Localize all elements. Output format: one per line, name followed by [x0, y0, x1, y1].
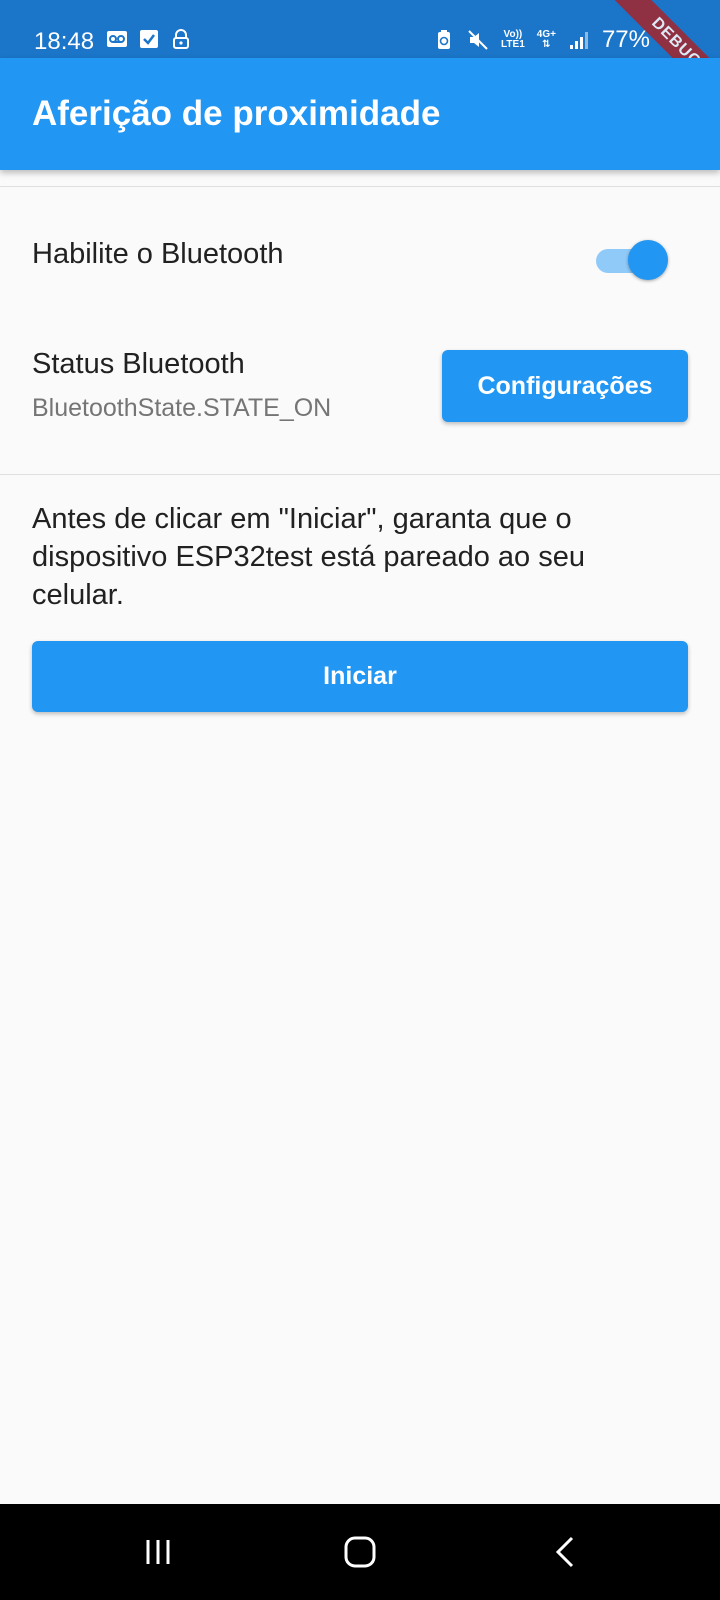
bluetooth-status-value: BluetoothState.STATE_ON: [32, 394, 332, 422]
lte-label: LTE1: [501, 39, 525, 50]
volte-icon: Vo)) LTE1: [501, 30, 525, 50]
start-button[interactable]: Iniciar: [32, 641, 688, 712]
bluetooth-switch[interactable]: [596, 238, 668, 282]
status-time: 18:48: [34, 28, 95, 55]
voicemail-icon: [107, 31, 127, 47]
bluetooth-status-label: Status Bluetooth: [32, 348, 245, 380]
recent-apps-icon[interactable]: [140, 1534, 176, 1570]
instruction-text: Antes de clicar em "Iniciar", garanta qu…: [32, 503, 585, 611]
status-bar: 18:48 Vo)) LTE1 4G+ ⇅ 77%: [0, 0, 720, 58]
mute-icon: [468, 30, 488, 50]
lock-icon: [173, 29, 189, 49]
data-arrows: ⇅: [542, 39, 551, 50]
signal-icon: [569, 32, 588, 49]
checkbox-icon: [140, 30, 158, 48]
app-bar: Aferição de proximidade: [0, 58, 720, 170]
4g-icon: 4G+ ⇅: [537, 30, 556, 50]
section-divider: [0, 474, 720, 475]
battery-percentage: 77%: [601, 26, 650, 53]
page-title: Aferição de proximidade: [32, 94, 441, 133]
home-icon[interactable]: [342, 1534, 378, 1570]
bluetooth-toggle-label: Habilite o Bluetooth: [32, 238, 284, 270]
status-icons-left: [106, 28, 192, 50]
battery-saver-icon: [438, 30, 451, 49]
status-icons-right: Vo)) LTE1 4G+ ⇅ 77%: [433, 26, 650, 54]
switch-thumb: [628, 240, 668, 280]
settings-button[interactable]: Configurações: [442, 350, 688, 422]
top-divider: [0, 186, 720, 187]
navigation-bar: [0, 1504, 720, 1600]
back-icon[interactable]: [548, 1534, 584, 1570]
